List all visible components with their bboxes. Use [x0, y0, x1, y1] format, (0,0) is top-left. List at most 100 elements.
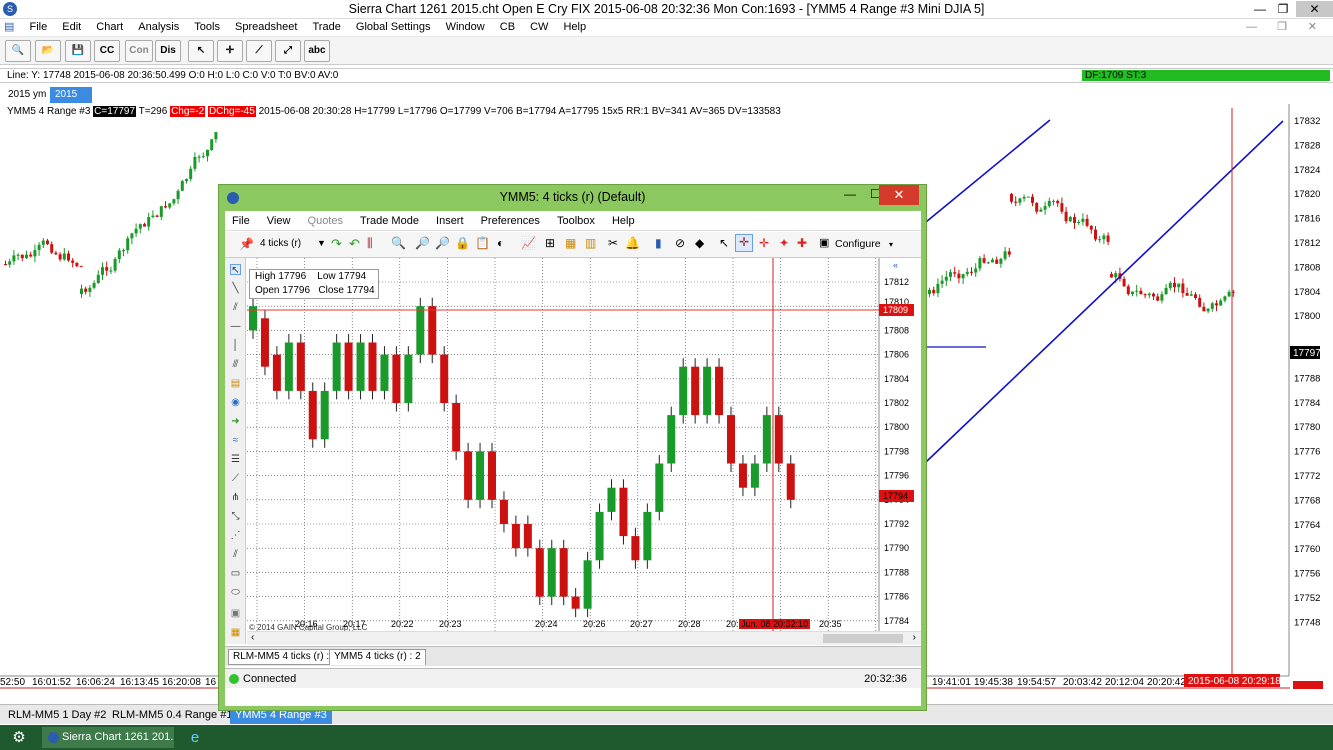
- crosshair-mode-icon[interactable]: ✛: [735, 234, 753, 252]
- fw-menu-insert[interactable]: Insert: [429, 211, 471, 231]
- bar-type-icon[interactable]: ⫼: [367, 236, 373, 251]
- menu-spreadsheet[interactable]: Spreadsheet: [229, 19, 303, 36]
- lock-icon[interactable]: 🔒: [455, 236, 470, 250]
- clipboard-icon[interactable]: 📋: [475, 236, 490, 250]
- menu-window[interactable]: Window: [440, 19, 491, 36]
- ray-tool-icon[interactable]: ⤢: [275, 40, 301, 62]
- calculator-icon[interactable]: ▦: [230, 627, 241, 638]
- configure-icon[interactable]: ▣: [819, 236, 829, 249]
- toolbar-overflow-icon[interactable]: ▾: [889, 240, 893, 249]
- pin-icon[interactable]: 📌: [239, 237, 254, 251]
- open-folder-icon[interactable]: 📂: [35, 40, 61, 62]
- rectangle-icon[interactable]: ▭: [230, 568, 241, 579]
- studies-icon[interactable]: 📈: [521, 236, 536, 250]
- fw-menu-help[interactable]: Help: [605, 211, 642, 231]
- arrow-icon[interactable]: ➜: [230, 416, 241, 427]
- fan-lines-icon[interactable]: ⋰: [230, 530, 241, 541]
- color-bars-icon[interactable]: ▦: [565, 236, 576, 250]
- fw-menu-trade-mode[interactable]: Trade Mode: [353, 211, 426, 231]
- menu-chart[interactable]: Chart: [90, 19, 129, 36]
- doc-close-icon[interactable]: ✕: [1302, 19, 1323, 36]
- interval-dropdown-icon[interactable]: ▼: [317, 238, 326, 248]
- redo-icon[interactable]: ↷: [331, 236, 342, 252]
- fw-menu-view[interactable]: View: [260, 211, 298, 231]
- trading-minimize-icon[interactable]: —: [844, 187, 856, 201]
- save-icon[interactable]: 💾: [65, 40, 91, 62]
- interval-selector[interactable]: 4 ticks (r): [260, 238, 301, 249]
- zoom-in-icon[interactable]: 🔎: [415, 236, 430, 250]
- menu-global-settings[interactable]: Global Settings: [350, 19, 437, 36]
- pointer-tool-icon[interactable]: ↖: [188, 40, 214, 62]
- menu-trade[interactable]: Trade: [307, 19, 347, 36]
- scroll-left-icon[interactable]: ‹: [251, 632, 254, 643]
- fib-icon[interactable]: ☰: [230, 454, 241, 465]
- menu-analysis[interactable]: Analysis: [132, 19, 185, 36]
- vertical-draw-icon[interactable]: │: [230, 340, 241, 351]
- chartbook-label[interactable]: 2015 ym: [3, 87, 51, 103]
- horizontal-draw-icon[interactable]: —: [230, 321, 241, 332]
- crosshair-star-icon[interactable]: ✦: [779, 236, 789, 250]
- close-icon[interactable]: ✕: [1296, 1, 1333, 17]
- bar-chart-icon[interactable]: ▥: [585, 236, 596, 250]
- note-icon[interactable]: ▤: [230, 378, 241, 389]
- fw-menu-preferences[interactable]: Preferences: [474, 211, 547, 231]
- configure-button[interactable]: Configure: [835, 238, 881, 250]
- chart-doc-icon[interactable]: ▤: [0, 19, 20, 36]
- tab-ymm5-4ticks[interactable]: YMM5 4 ticks (r) : 2: [329, 649, 426, 665]
- select-tool-icon[interactable]: ↖: [230, 264, 241, 276]
- tab-rlm-1day[interactable]: RLM-MM5 1 Day #2: [3, 707, 111, 724]
- fw-menu-quotes[interactable]: Quotes: [301, 211, 350, 231]
- menu-file[interactable]: File: [23, 19, 53, 36]
- trendline-upper[interactable]: [925, 119, 1051, 223]
- undo-icon[interactable]: ↶: [349, 236, 360, 252]
- line-draw-icon[interactable]: ╲: [230, 283, 241, 294]
- tag-icon[interactable]: ⊘: [675, 236, 685, 250]
- clone-icon[interactable]: ▣: [230, 608, 241, 619]
- menu-edit[interactable]: Edit: [56, 19, 87, 36]
- trading-close-icon[interactable]: ✕: [879, 185, 919, 205]
- alert-bell-icon[interactable]: 🔔: [625, 236, 640, 250]
- taskbar-sierra-item[interactable]: Sierra Chart 1261 201...: [42, 727, 174, 748]
- tab-rlm-4ticks[interactable]: RLM-MM5 4 ticks (r) : 0: [228, 649, 343, 665]
- dis-button[interactable]: Dis: [155, 40, 181, 62]
- doc-restore-icon[interactable]: ❐: [1271, 19, 1293, 36]
- trading-price-chart[interactable]: 17812 17808 17806 17804 17802 17800 17798 17796…: [247, 258, 921, 631]
- scissors-icon[interactable]: ✂: [608, 236, 618, 250]
- theme-icon[interactable]: ◐: [497, 236, 504, 250]
- doc-minimize-icon[interactable]: —: [1240, 19, 1263, 36]
- wave-icon[interactable]: ≈: [230, 435, 241, 446]
- crosshair-dot-icon[interactable]: ✚: [797, 236, 807, 250]
- line-tool-icon[interactable]: ⟋: [246, 40, 272, 62]
- find-symbol-icon[interactable]: 🔍: [5, 40, 31, 62]
- crosshair-red-icon[interactable]: ✛: [759, 236, 769, 250]
- diagonal-icon[interactable]: ⫽: [230, 549, 241, 560]
- menu-tools[interactable]: Tools: [188, 19, 226, 36]
- fan-icon[interactable]: ⟋: [230, 473, 241, 484]
- text-tool-button[interactable]: abc: [304, 40, 330, 62]
- scroll-back-icon[interactable]: «: [893, 260, 898, 270]
- scroll-right-icon[interactable]: ›: [913, 632, 916, 643]
- fw-menu-file[interactable]: File: [225, 211, 257, 231]
- zoom-out-icon[interactable]: 🔎: [435, 236, 450, 250]
- menu-cb[interactable]: CB: [494, 19, 521, 36]
- zoom-menu-icon[interactable]: 🔍: [391, 236, 406, 250]
- hierarchy-icon[interactable]: ⊞: [545, 236, 555, 250]
- crosshair-tool-icon[interactable]: ✛: [217, 40, 243, 62]
- trading-window-icon[interactable]: [227, 192, 239, 204]
- cursor-select-icon[interactable]: ↖: [719, 236, 729, 250]
- tab-2015[interactable]: 2015: [50, 87, 92, 103]
- fw-menu-toolbox[interactable]: Toolbox: [550, 211, 602, 231]
- scroll-thumb[interactable]: [823, 634, 903, 643]
- menu-help[interactable]: Help: [557, 19, 592, 36]
- start-gear-icon[interactable]: ⚙: [0, 725, 38, 750]
- restore-icon[interactable]: ❐: [1270, 1, 1296, 17]
- channel-icon[interactable]: ⫻: [230, 359, 241, 370]
- cc-button[interactable]: CC: [94, 40, 120, 62]
- menu-cw[interactable]: CW: [524, 19, 554, 36]
- eraser-icon[interactable]: ◆: [695, 236, 704, 250]
- parallel-lines-icon[interactable]: ⫽: [230, 302, 241, 313]
- con-button[interactable]: Con: [125, 40, 153, 62]
- gann-icon[interactable]: ⤡: [230, 511, 241, 522]
- horizontal-scrollbar[interactable]: ‹ ›: [247, 631, 921, 645]
- trading-chart-window[interactable]: YMM5: 4 ticks (r) (Default) — ☐ ✕ File V…: [218, 184, 927, 711]
